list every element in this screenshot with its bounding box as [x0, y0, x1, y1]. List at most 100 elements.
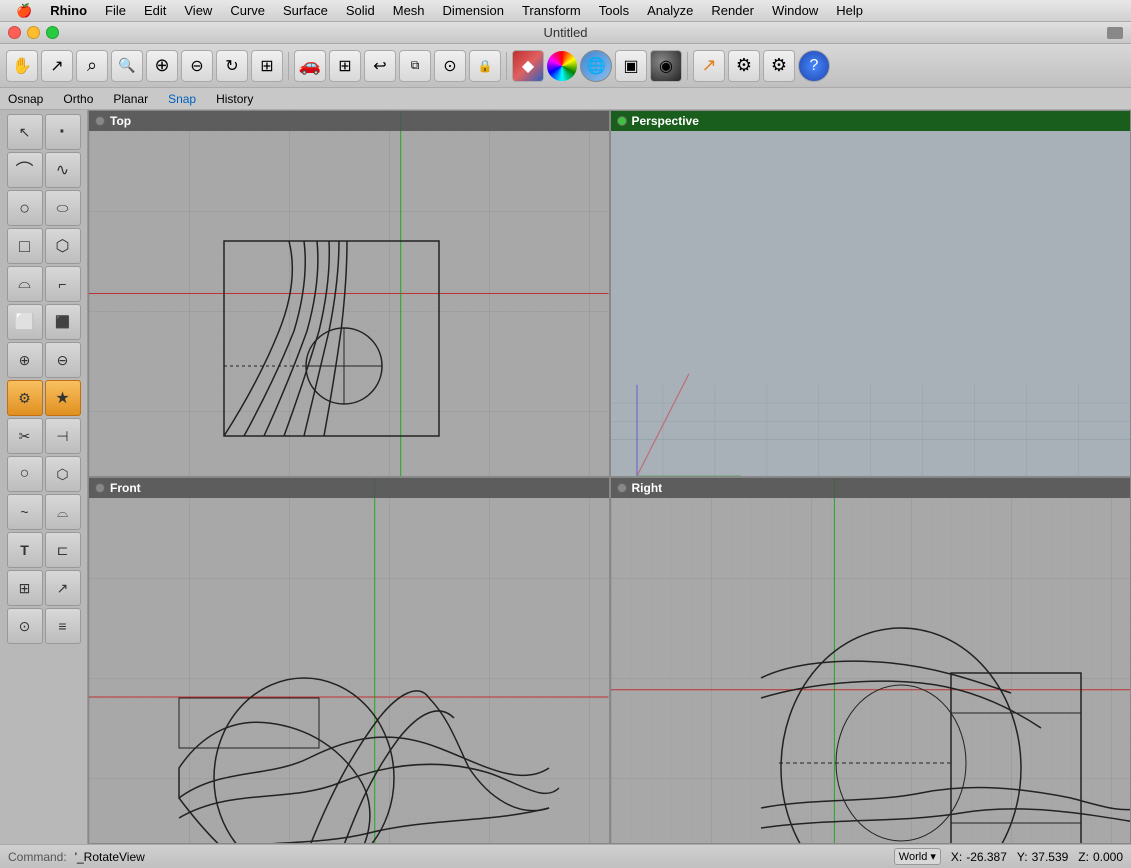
zoom-out-button[interactable]: ⊖ — [181, 50, 213, 82]
dim-2-button[interactable]: ⬡ — [45, 456, 81, 492]
polygon-button[interactable]: ⬡ — [45, 228, 81, 264]
perspective-viewport-header: Perspective — [611, 111, 1131, 131]
extend-button[interactable]: ⊣ — [45, 418, 81, 454]
layers-button[interactable]: ≡ — [45, 608, 81, 644]
extrude-button[interactable]: ⬛ — [45, 304, 81, 340]
apple-menu[interactable]: 🍎 — [8, 2, 40, 20]
menu-surface[interactable]: Surface — [275, 2, 336, 19]
hatch-button[interactable]: ⊞ — [7, 570, 43, 606]
scale-button[interactable]: ⊙ — [434, 50, 466, 82]
zoom-window-button[interactable]: 🔍 — [111, 50, 143, 82]
front-viewport[interactable]: Front — [88, 477, 610, 844]
history-toggle[interactable]: History — [216, 92, 253, 106]
menu-help[interactable]: Help — [828, 2, 871, 19]
color-wheel-button[interactable] — [547, 51, 577, 81]
rotate-view-button[interactable]: ↻ — [216, 50, 248, 82]
zoom-extents-button[interactable]: ⌕ — [76, 50, 108, 82]
undo-button[interactable]: ↩ — [364, 50, 396, 82]
gear-button-1[interactable]: ⚙ — [728, 50, 760, 82]
obj-prop-button[interactable]: ↗ — [45, 570, 81, 606]
zoom-in-button[interactable]: ⊕ — [146, 50, 178, 82]
surface-button[interactable]: ⬜ — [7, 304, 43, 340]
lt-row-4: □ ⬡ — [7, 228, 81, 264]
render-preview-button[interactable]: ◆ — [512, 50, 544, 82]
x-value: -26.387 — [966, 850, 1007, 864]
menu-dimension[interactable]: Dimension — [435, 2, 512, 19]
trim-button[interactable]: ✂ — [7, 418, 43, 454]
select-button[interactable]: ↗ — [41, 50, 73, 82]
z-value: 0.000 — [1093, 850, 1123, 864]
menu-view[interactable]: View — [176, 2, 220, 19]
lt-row-7: ⊕ ⊖ — [7, 342, 81, 378]
dim-1-button[interactable]: ○ — [7, 456, 43, 492]
freeform-button[interactable]: ∿ — [45, 152, 81, 188]
ellipse-button[interactable]: ⬭ — [45, 190, 81, 226]
copy-button[interactable]: ⧉ — [399, 50, 431, 82]
menu-render[interactable]: Render — [703, 2, 762, 19]
gear-button-2[interactable]: ⚙ — [763, 50, 795, 82]
perspective-viewport[interactable]: Perspective — [610, 110, 1131, 477]
top-viewport[interactable]: Top — [88, 110, 610, 477]
lt-row-8: ⚙ ★ — [7, 380, 81, 416]
maximize-button[interactable] — [46, 26, 59, 39]
window-resize-button[interactable] — [1107, 27, 1123, 39]
right-viewport[interactable]: Right — [610, 477, 1131, 844]
star-active-button[interactable]: ★ — [45, 380, 81, 416]
boolean-diff-button[interactable]: ⊖ — [45, 342, 81, 378]
text-button[interactable]: T — [7, 532, 43, 568]
menu-analyze[interactable]: Analyze — [639, 2, 701, 19]
curve-points-button[interactable]: ⌒ — [7, 152, 43, 188]
boolean-union-button[interactable]: ⊕ — [7, 342, 43, 378]
close-button[interactable] — [8, 26, 21, 39]
snap-grid-button[interactable]: ⊞ — [329, 50, 361, 82]
lt-row-1: ↖ · — [7, 114, 81, 150]
menu-edit[interactable]: Edit — [136, 2, 174, 19]
osnap-toggle[interactable]: Osnap — [8, 92, 43, 106]
globe-button[interactable]: 🌐 — [580, 50, 612, 82]
arc2-button[interactable]: ~ — [7, 494, 43, 530]
leader-button[interactable]: ⊏ — [45, 532, 81, 568]
menu-curve[interactable]: Curve — [222, 2, 273, 19]
material-button[interactable]: ◉ — [650, 50, 682, 82]
viewport-status-dot — [95, 116, 105, 126]
help-button[interactable]: ? — [798, 50, 830, 82]
fillet-button[interactable]: ⌐ — [45, 266, 81, 302]
planar-toggle[interactable]: Planar — [113, 92, 148, 106]
point-tool-button[interactable]: · — [45, 114, 81, 150]
x-label: X: — [951, 850, 962, 864]
menu-tools[interactable]: Tools — [591, 2, 637, 19]
display-mode-button[interactable]: ▣ — [615, 50, 647, 82]
world-selector[interactable]: World ▾ — [894, 848, 941, 865]
menu-window[interactable]: Window — [764, 2, 826, 19]
menu-transform[interactable]: Transform — [514, 2, 589, 19]
menu-file[interactable]: File — [97, 2, 134, 19]
arc-button[interactable]: ⌓ — [7, 266, 43, 302]
front-viewport-grid: OceanofDMG — [89, 478, 609, 843]
menu-solid[interactable]: Solid — [338, 2, 383, 19]
lock-button[interactable]: 🔒 — [469, 50, 501, 82]
divider-1 — [288, 52, 289, 80]
car-icon-button[interactable]: 🚗 — [294, 50, 326, 82]
curve3-button[interactable]: ⌓ — [45, 494, 81, 530]
analyze-button[interactable]: ⊙ — [7, 608, 43, 644]
gear-active-button[interactable]: ⚙ — [7, 380, 43, 416]
world-dropdown-arrow[interactable]: ▾ — [930, 850, 936, 863]
right-viewport-dot — [617, 483, 627, 493]
traffic-lights — [8, 26, 59, 39]
circle-button[interactable]: ○ — [7, 190, 43, 226]
menu-rhino[interactable]: Rhino — [42, 2, 95, 19]
perspective-viewport-dot — [617, 116, 627, 126]
front-viewport-header: Front — [89, 478, 609, 498]
z-label: Z: — [1078, 850, 1089, 864]
rectangle-button[interactable]: □ — [7, 228, 43, 264]
divider-2 — [506, 52, 507, 80]
world-label: World — [899, 851, 928, 863]
pan-tool-button[interactable]: ✋ — [6, 50, 38, 82]
snap-toggle[interactable]: Snap — [168, 92, 196, 106]
select-arrow-button[interactable]: ↖ — [7, 114, 43, 150]
grid-toggle-button[interactable]: ⊞ — [251, 50, 283, 82]
arrow-right-button[interactable]: ↗ — [693, 50, 725, 82]
ortho-toggle[interactable]: Ortho — [63, 92, 93, 106]
minimize-button[interactable] — [27, 26, 40, 39]
menu-mesh[interactable]: Mesh — [385, 2, 433, 19]
